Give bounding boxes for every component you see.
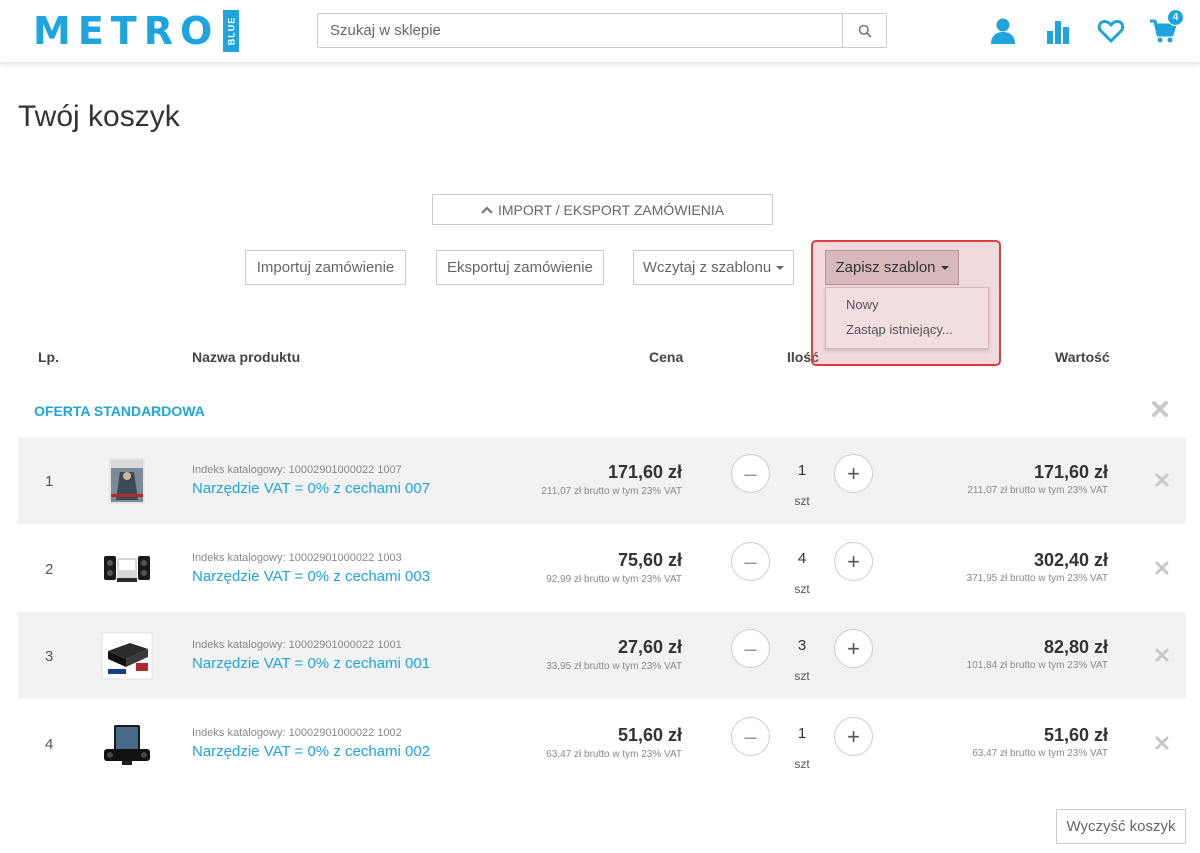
row-number: 2 [45,561,54,578]
import-export-toggle[interactable]: IMPORT / EKSPORT ZAMÓWIENIA [432,194,773,225]
clear-cart-button[interactable]: Wyczyść koszyk [1056,809,1186,844]
decrease-qty-button[interactable]: – [731,454,770,493]
import-order-button[interactable]: Importuj zamówienie [245,250,406,285]
column-header-price: Cena [649,349,684,365]
line-value: 51,60 zł [1043,725,1108,745]
quantity-unit: szt [794,582,810,596]
increase-qty-button[interactable]: + [834,629,873,668]
unit-price-gross: 33,95 zł brutto w tym 23% VAT [546,661,682,672]
logo[interactable]: METRO BLUE [33,9,240,53]
table-row: 3 Indeks katalogowy: 10002901000022 1001… [18,612,1186,699]
page-title: Twój koszyk [18,100,180,133]
catalog-index: Indeks katalogowy: 10002901000022 1002 [192,727,402,739]
catalog-index: Indeks katalogowy: 10002901000022 1003 [192,552,402,564]
table-row: 4 Indeks katalogowy: 10002901000022 1002… [18,700,1186,787]
search-bar [317,13,887,48]
wishlist-button[interactable] [1096,16,1126,46]
line-value: 82,80 zł [1043,637,1108,657]
search-button[interactable] [842,14,886,47]
caret-down-icon [776,265,785,270]
unit-price-gross: 92,99 zł brutto w tym 23% VAT [546,574,682,585]
cart-count-badge: 4 [1167,9,1184,26]
column-header-name: Nazwa produktu [192,349,301,365]
line-value-gross: 63,47 zł brutto w tym 23% VAT [972,748,1108,759]
chevron-up-icon [481,205,493,214]
save-template-label: Zapisz szablon [835,259,936,276]
product-thumbnail[interactable] [100,456,154,506]
search-icon [858,24,872,38]
menu-item-new[interactable]: Nowy [826,293,988,317]
unit-price-gross: 63,47 zł brutto w tym 23% VAT [546,749,682,760]
section-title: OFERTA STANDARDOWA [34,403,205,419]
line-value: 171,60 zł [1033,462,1108,482]
increase-qty-button[interactable]: + [834,542,873,581]
load-template-button[interactable]: Wczytaj z szablonu [633,250,794,285]
column-header-lp: Lp. [38,349,59,365]
product-thumbnail[interactable] [100,544,154,594]
save-template-button[interactable]: Zapisz szablon [825,250,959,285]
search-input[interactable] [318,14,842,47]
table-row: 2 Indeks katalogowy: 10002901000022 1003… [18,525,1186,612]
remove-item-icon[interactable] [1155,736,1169,750]
remove-item-icon[interactable] [1155,561,1169,575]
quantity-value[interactable]: 1 [780,725,824,742]
cart-button[interactable]: 4 [1148,9,1184,46]
row-number: 3 [45,648,54,665]
line-value: 302,40 zł [1033,550,1108,570]
unit-price: 75,60 zł [617,550,682,570]
import-export-toggle-label: IMPORT / EKSPORT ZAMÓWIENIA [497,201,725,218]
user-icon [991,18,1015,44]
catalog-index: Indeks katalogowy: 10002901000022 1001 [192,639,402,651]
export-order-button[interactable]: Eksportuj zamówienie [436,250,604,285]
line-value-gross: 101,84 zł brutto w tym 23% VAT [966,660,1108,671]
caret-down-icon [940,265,949,270]
account-button[interactable] [988,16,1018,46]
product-name-link[interactable]: Narzędzie VAT = 0% z cechami 007 [192,480,430,497]
quantity-value[interactable]: 4 [780,550,824,567]
catalog-index: Indeks katalogowy: 10002901000022 1007 [192,464,402,476]
decrease-qty-button[interactable]: – [731,542,770,581]
logo-text: METRO [33,9,220,53]
quantity-value[interactable]: 3 [780,637,824,654]
load-template-label: Wczytaj z szablonu [642,259,772,276]
remove-item-icon[interactable] [1155,648,1169,662]
row-number: 1 [45,473,54,490]
remove-section-icon[interactable] [1150,399,1170,419]
stats-icon [1047,21,1069,44]
table-row: 1 Indeks katalogowy: 10002901000022 1007… [18,437,1186,524]
quantity-unit: szt [794,494,810,508]
logo-badge: BLUE [223,10,240,52]
unit-price-gross: 211,07 zł brutto w tym 23% VAT [541,486,682,497]
stats-button[interactable] [1043,16,1073,46]
line-value-gross: 371,95 zł brutto w tym 23% VAT [966,573,1108,584]
heart-icon [1097,19,1125,43]
unit-price: 171,60 zł [607,462,682,482]
quantity-value[interactable]: 1 [780,462,824,479]
decrease-qty-button[interactable]: – [731,717,770,756]
product-thumbnail[interactable] [100,719,154,769]
save-template-menu: Nowy Zastąp istniejący... [825,287,989,349]
quantity-unit: szt [794,669,810,683]
line-value-gross: 211,07 zł brutto w tym 23% VAT [967,485,1108,496]
unit-price: 27,60 zł [617,637,682,657]
row-number: 4 [45,736,54,753]
header: METRO BLUE Szukaj w sklepie 4 [0,0,1200,62]
unit-price: 51,60 zł [617,725,682,745]
decrease-qty-button[interactable]: – [731,629,770,668]
column-header-value: Wartość [1055,349,1110,365]
product-name-link[interactable]: Narzędzie VAT = 0% z cechami 002 [192,743,430,760]
product-thumbnail[interactable] [100,631,154,681]
increase-qty-button[interactable]: + [834,454,873,493]
menu-item-replace-existing[interactable]: Zastąp istniejący... [826,318,988,342]
increase-qty-button[interactable]: + [834,717,873,756]
product-name-link[interactable]: Narzędzie VAT = 0% z cechami 003 [192,568,430,585]
quantity-unit: szt [794,757,810,771]
product-name-link[interactable]: Narzędzie VAT = 0% z cechami 001 [192,655,430,672]
remove-item-icon[interactable] [1155,473,1169,487]
